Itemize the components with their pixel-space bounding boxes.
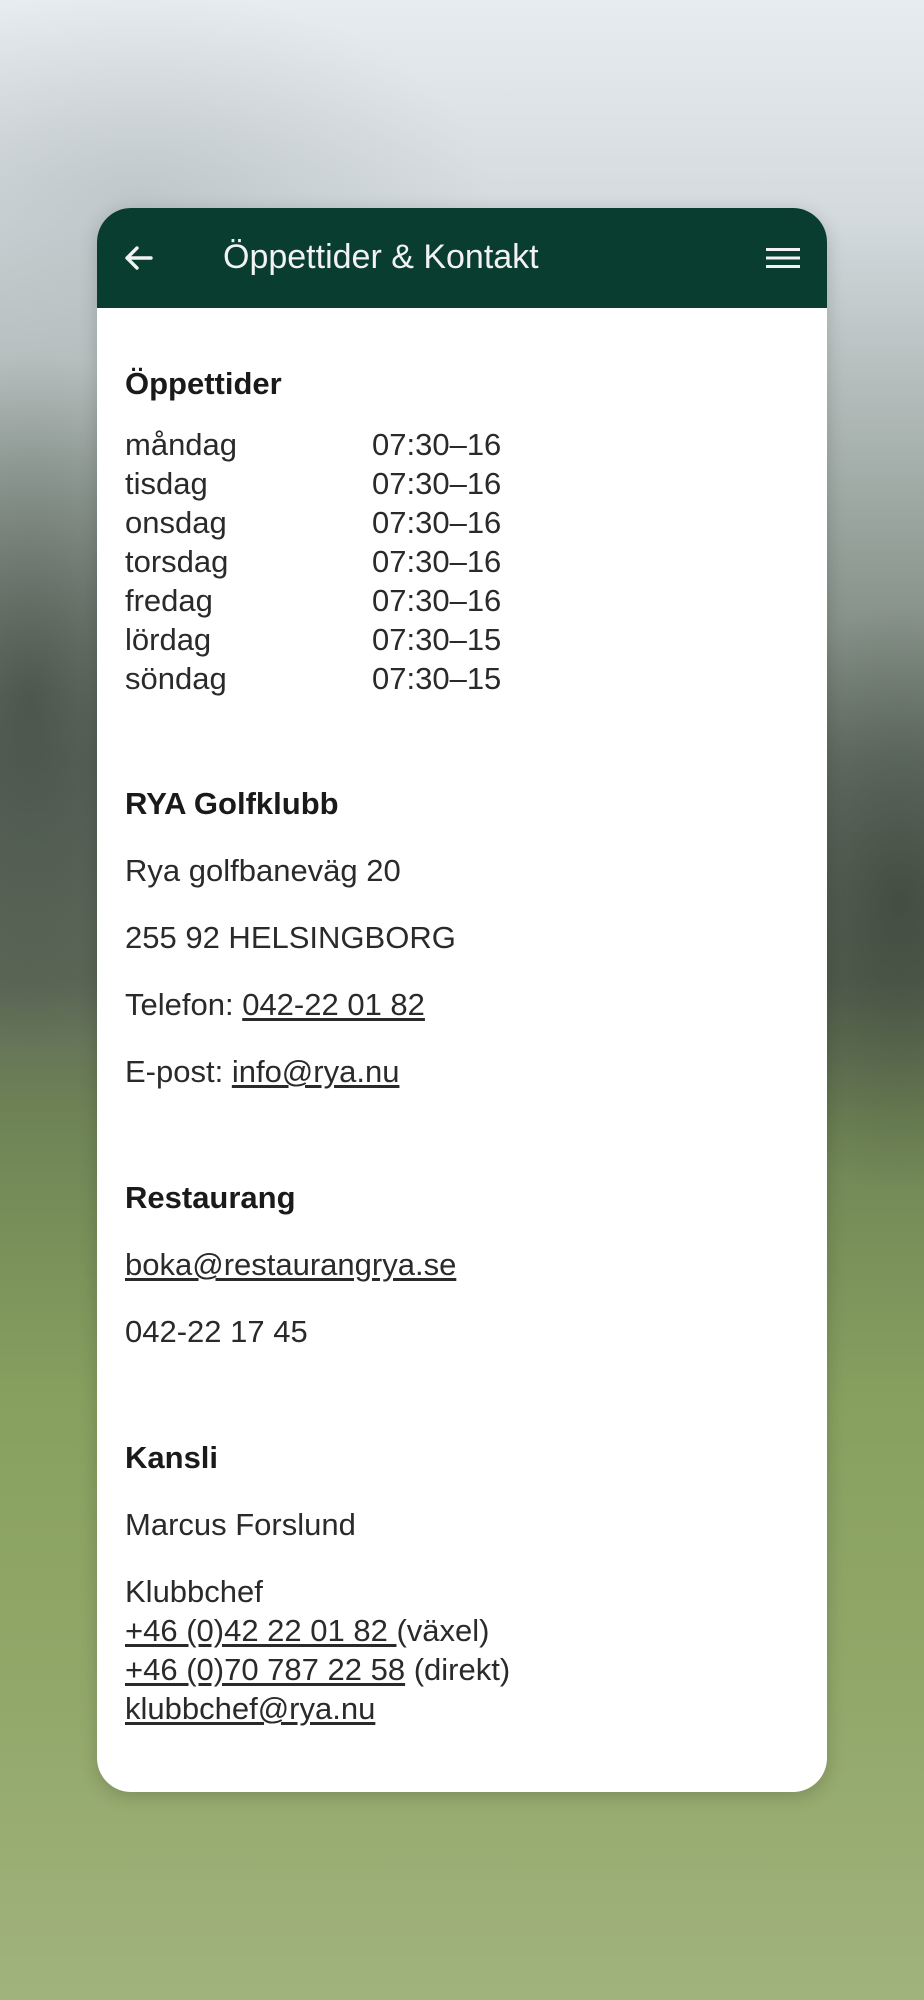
app-header: Öppettider & Kontakt [97, 208, 827, 308]
day-label: fredag [125, 583, 213, 618]
hours-row-sunday: söndag 07:30–15 [125, 659, 805, 698]
office-switchboard-line: +46 (0)42 22 01 82 (växel) [125, 1611, 805, 1650]
hours-value: 07:30–15 [372, 622, 502, 657]
opening-hours-list: måndag 07:30–16 tisdag 07:30–16 onsdag 0… [125, 425, 805, 698]
office-name: Marcus Forslund [125, 1507, 356, 1542]
back-button[interactable] [113, 232, 165, 284]
restaurant-email-line: boka@restaurangrya.se [125, 1245, 805, 1285]
office-direct-line: +46 (0)70 787 22 58 (direkt) [125, 1650, 805, 1689]
day-label: onsdag [125, 505, 227, 540]
contact-card: Öppettider & Kontakt Öppettider måndag 0… [97, 208, 827, 1792]
hours-row-friday: fredag 07:30–16 [125, 581, 805, 620]
restaurant-email-link[interactable]: boka@restaurangrya.se [125, 1247, 456, 1282]
direct-suffix: (direkt) [405, 1652, 511, 1687]
day-label: torsdag [125, 544, 229, 579]
switchboard-phone-link[interactable]: +46 (0)42 22 01 82 [125, 1611, 396, 1650]
hours-row-saturday: lördag 07:30–15 [125, 620, 805, 659]
office-details: Klubbchef +46 (0)42 22 01 82 (växel) +46… [125, 1572, 805, 1728]
office-role: Klubbchef [125, 1574, 263, 1609]
hamburger-menu-icon [766, 248, 800, 268]
club-email-line: E-post: info@rya.nu [125, 1052, 805, 1092]
hours-row-thursday: torsdag 07:30–16 [125, 542, 805, 581]
hours-value: 07:30–15 [372, 661, 502, 696]
hours-value: 07:30–16 [372, 427, 502, 462]
day-label: söndag [125, 661, 227, 696]
page-title: Öppettider & Kontakt [223, 238, 539, 276]
club-street: Rya golfbaneväg 20 [125, 853, 401, 888]
hours-row-monday: måndag 07:30–16 [125, 425, 805, 464]
office-heading: Kansli [125, 1440, 219, 1475]
club-email-link[interactable]: info@rya.nu [232, 1054, 400, 1089]
restaurant-phone: 042-22 17 45 [125, 1314, 308, 1349]
switchboard-suffix: (växel) [396, 1613, 490, 1648]
email-label: E-post: [125, 1054, 232, 1089]
day-label: lördag [125, 622, 212, 657]
page-content: Öppettider måndag 07:30–16 tisdag 07:30–… [125, 308, 805, 1728]
office-email-line: klubbchef@rya.nu [125, 1689, 805, 1728]
arrow-left-icon [125, 246, 153, 270]
club-heading: RYA Golfklubb [125, 786, 339, 821]
restaurant-heading: Restaurang [125, 1180, 296, 1215]
hours-row-tuesday: tisdag 07:30–16 [125, 464, 805, 503]
hours-value: 07:30–16 [372, 583, 502, 618]
opening-hours-heading: Öppettider [125, 366, 282, 401]
day-label: tisdag [125, 466, 208, 501]
hours-value: 07:30–16 [372, 466, 502, 501]
club-postal: 255 92 HELSINGBORG [125, 920, 456, 955]
direct-phone-link[interactable]: +46 (0)70 787 22 58 [125, 1650, 405, 1689]
hours-value: 07:30–16 [372, 544, 502, 579]
office-email-link[interactable]: klubbchef@rya.nu [125, 1689, 375, 1728]
day-label: måndag [125, 427, 238, 462]
club-phone-line: Telefon: 042-22 01 82 [125, 985, 805, 1025]
club-phone-link[interactable]: 042-22 01 82 [242, 987, 425, 1022]
hours-row-wednesday: onsdag 07:30–16 [125, 503, 805, 542]
hours-value: 07:30–16 [372, 505, 502, 540]
phone-label: Telefon: [125, 987, 243, 1022]
menu-button[interactable] [757, 232, 809, 284]
